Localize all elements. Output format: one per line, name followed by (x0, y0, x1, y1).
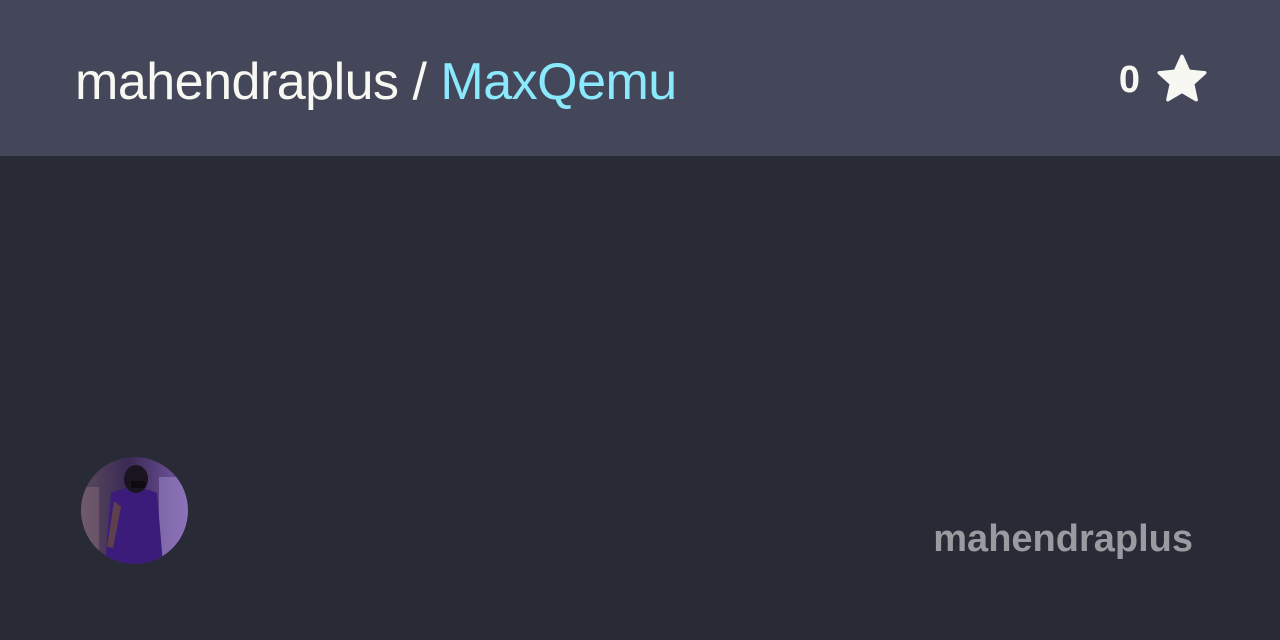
star-count: 0 (1118, 58, 1140, 101)
author-name[interactable]: mahendraplus (933, 516, 1193, 562)
avatar[interactable] (81, 457, 188, 564)
star-icon (1157, 54, 1207, 102)
avatar-image (81, 457, 188, 564)
repo-card: mahendraplus / MaxQemu 0 mahendraplus (0, 0, 1280, 640)
repo-owner[interactable]: mahendraplus (75, 53, 399, 111)
card-header: mahendraplus / MaxQemu 0 (0, 0, 1280, 156)
repo-name[interactable]: MaxQemu (440, 53, 677, 111)
star-counter[interactable]: 0 (1119, 52, 1210, 108)
repo-title: mahendraplus / MaxQemu (75, 46, 677, 118)
title-separator: / (398, 53, 441, 111)
